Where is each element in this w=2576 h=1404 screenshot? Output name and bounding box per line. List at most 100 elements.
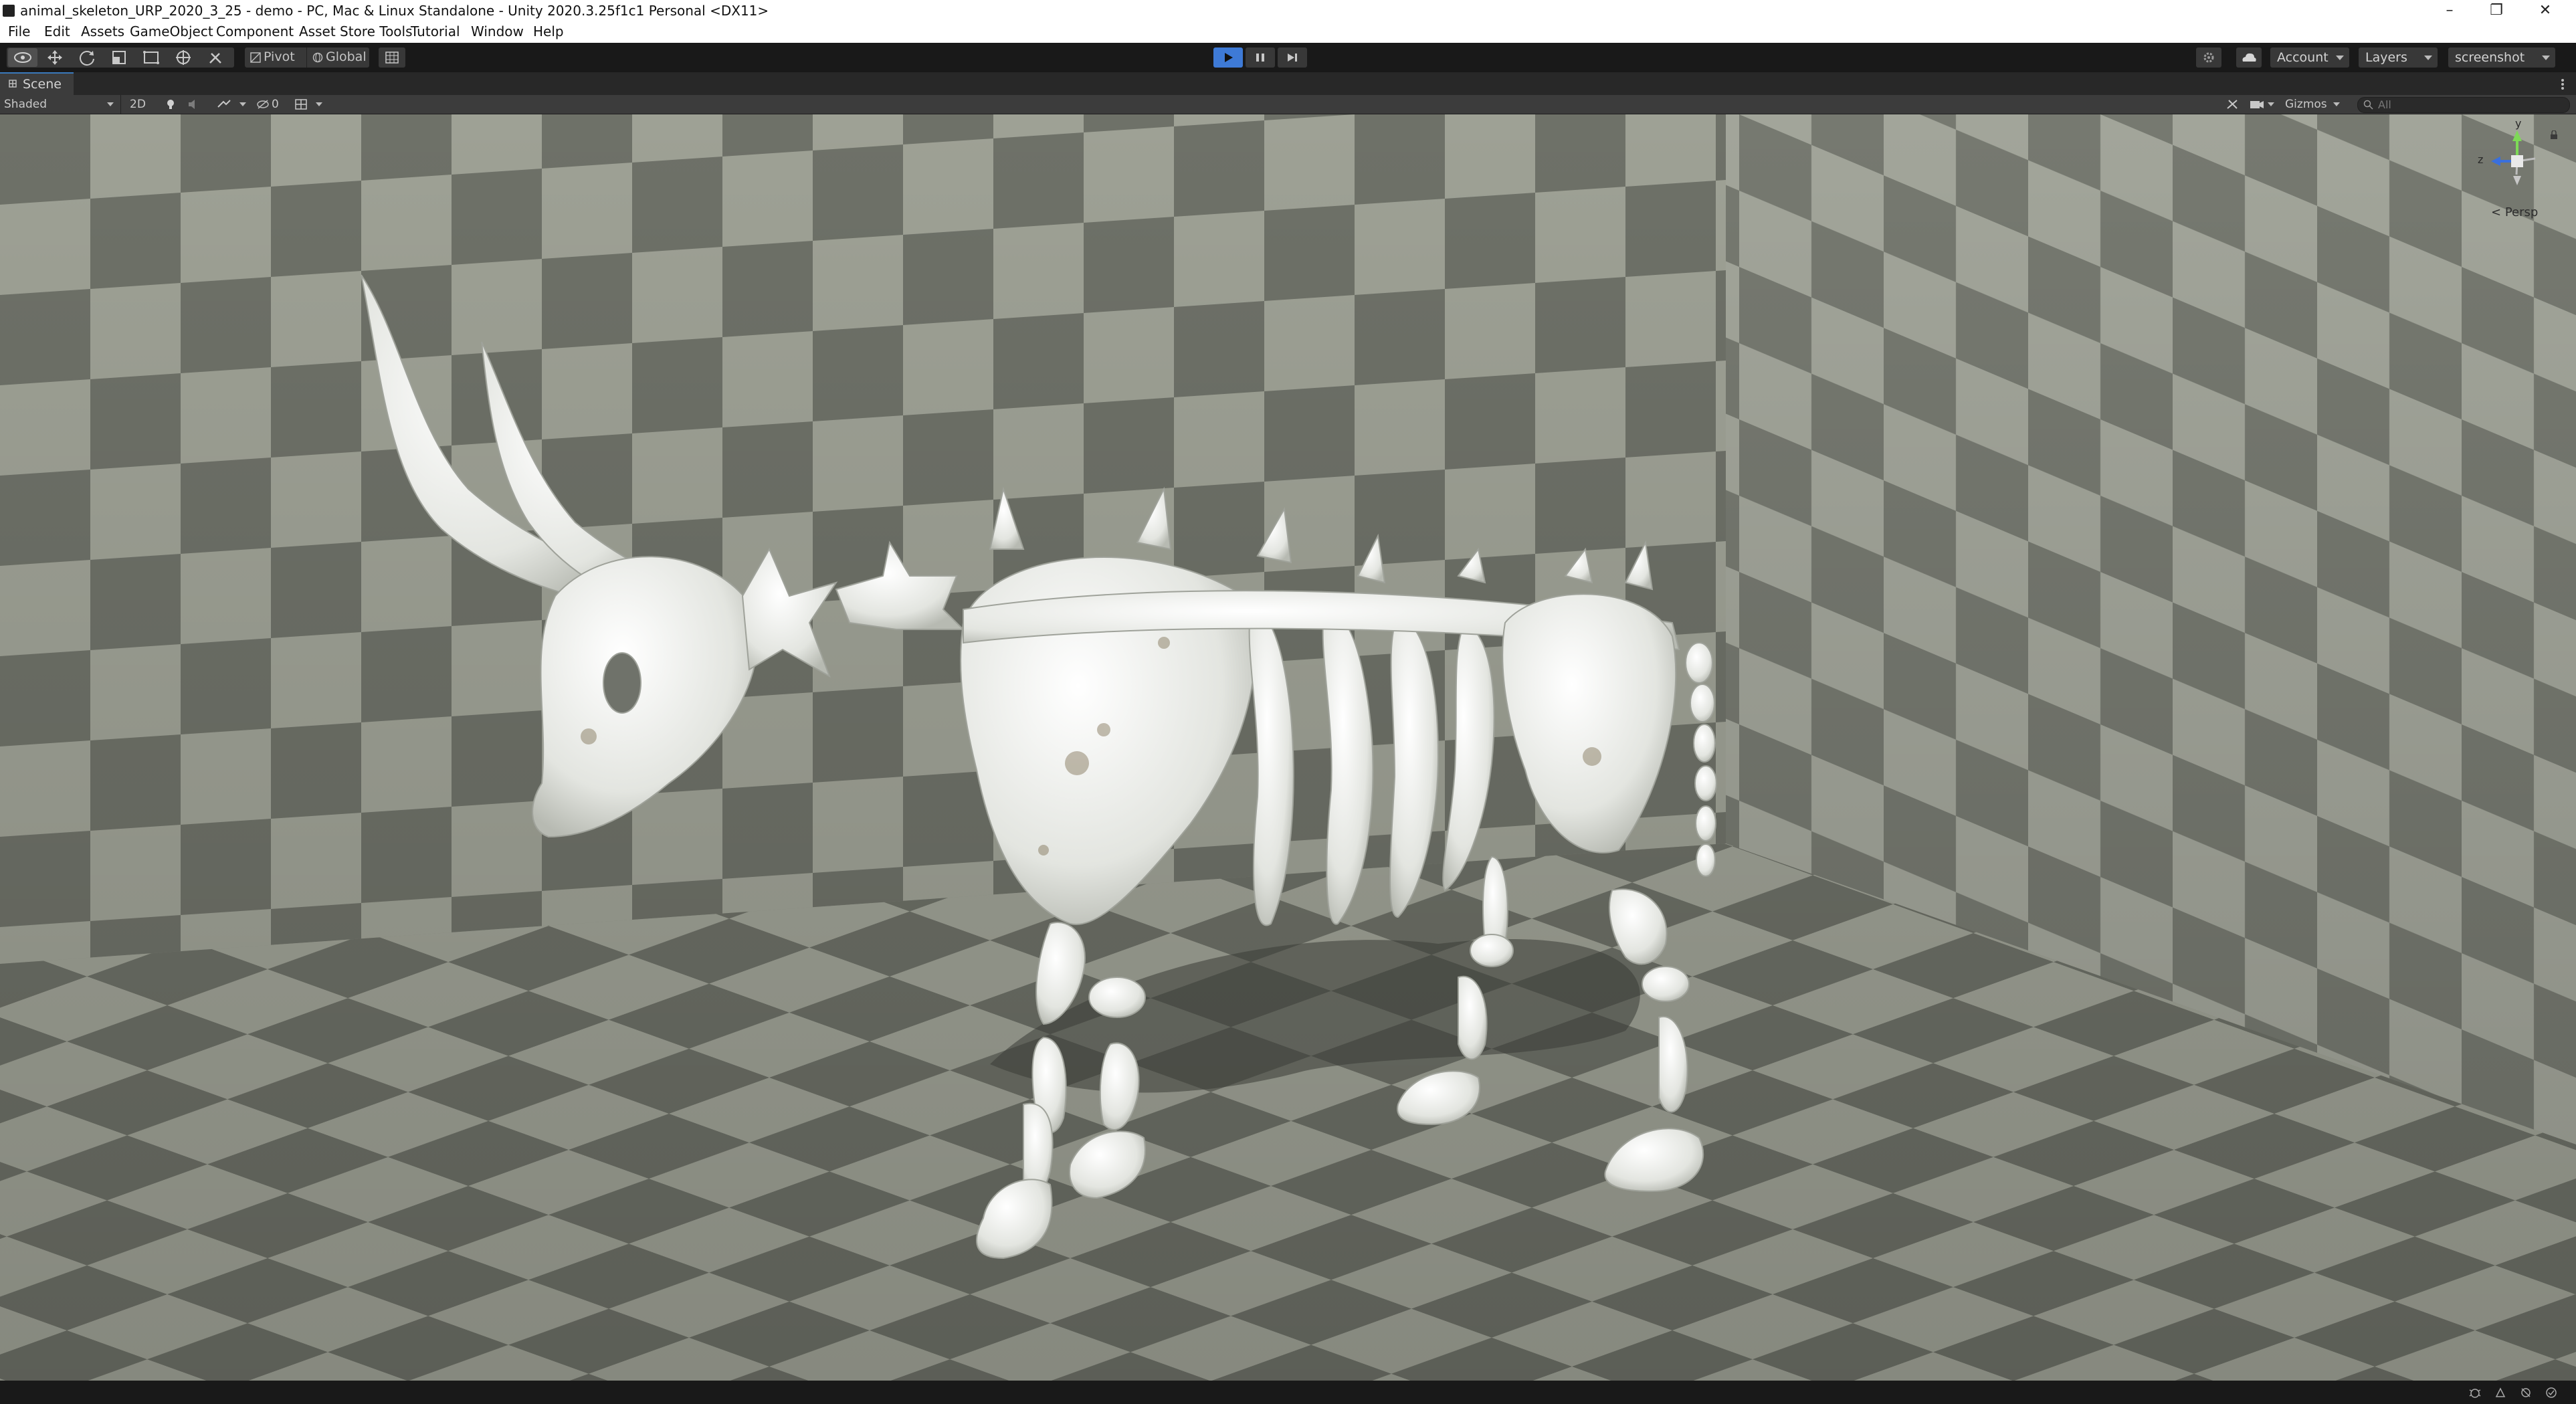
projection-chevron-icon: < (2491, 205, 2502, 219)
menu-asset-store-tools[interactable]: Asset Store Tools (299, 23, 413, 39)
window-title: animal_skeleton_URP_2020_3_25 - demo - P… (20, 3, 769, 19)
tools-wrench-button[interactable] (2222, 95, 2242, 114)
speaker-icon (189, 100, 195, 109)
scene-viewport[interactable]: y z < Persp (0, 114, 2576, 1381)
scale-icon (112, 51, 126, 64)
progress-bug-icon[interactable] (2519, 1386, 2533, 1399)
camera-dropdown[interactable] (2248, 95, 2278, 114)
play-button[interactable] (1213, 47, 1243, 68)
toggle-2d-button[interactable]: 2D (124, 95, 151, 114)
global-toggle[interactable]: Global (306, 47, 370, 68)
status-bar (0, 1381, 2576, 1404)
menu-file[interactable]: File (8, 23, 30, 39)
toggle-2d-label: 2D (130, 98, 146, 111)
custom-tool-button[interactable] (201, 48, 230, 67)
global-label: Global (326, 49, 367, 64)
search-icon (2363, 100, 2373, 110)
scene-render (0, 114, 2576, 1381)
scale-tool-button[interactable] (104, 48, 134, 67)
eye-slash-icon (257, 100, 269, 109)
chevron-down-icon (107, 102, 114, 106)
rect-transform-icon (143, 51, 159, 64)
axis-y-label: y (2515, 117, 2522, 130)
layers-dropdown[interactable]: Layers (2359, 47, 2438, 68)
cloud-button[interactable] (2236, 47, 2262, 68)
projection-toggle[interactable]: < Persp (2491, 205, 2538, 219)
cloud-icon (2242, 53, 2256, 62)
more-options-icon[interactable] (2559, 78, 2566, 91)
menu-gameobject[interactable]: GameObject (130, 23, 213, 39)
tab-scene[interactable]: Scene (0, 72, 74, 95)
grid-icon (295, 99, 322, 110)
lightbulb-icon (167, 100, 174, 109)
grid-dropdown[interactable] (292, 95, 330, 114)
pause-icon (1256, 54, 1264, 62)
hidden-count: 0 (272, 98, 279, 111)
check-circle-icon[interactable] (2545, 1386, 2558, 1399)
chevron-down-icon (2542, 56, 2550, 60)
layers-label: Layers (2365, 50, 2407, 65)
auto-generate-lighting-icon[interactable] (2494, 1386, 2507, 1399)
step-button[interactable] (1278, 47, 1307, 68)
audio-toggle[interactable] (183, 95, 203, 114)
effects-dropdown[interactable] (213, 95, 250, 114)
transform-tool-button[interactable] (169, 48, 198, 67)
gizmos-dropdown[interactable]: Gizmos (2280, 95, 2344, 114)
gear-icon (2203, 52, 2214, 63)
close-button[interactable]: ✕ (2522, 0, 2569, 21)
pause-button[interactable] (1246, 47, 1275, 68)
draw-mode-label: Shaded (4, 98, 47, 111)
step-icon (1288, 54, 1297, 62)
wrench-icon (2227, 100, 2238, 109)
scene-tab-bar: Scene (0, 72, 2576, 95)
chevron-down-icon (2424, 56, 2432, 60)
pivot-label: Pivot (264, 49, 295, 64)
wrench-icon (209, 53, 221, 64)
rect-tool-button[interactable] (136, 48, 166, 67)
move-tool-button[interactable] (40, 48, 70, 67)
rotate-tool-button[interactable] (72, 48, 102, 67)
lock-icon[interactable] (2550, 130, 2558, 140)
tab-scene-label: Scene (23, 77, 62, 92)
scene-search-field[interactable]: All (2357, 97, 2570, 113)
draw-mode-dropdown[interactable]: Shaded (0, 95, 121, 114)
title-bar: animal_skeleton_URP_2020_3_25 - demo - P… (0, 0, 2576, 21)
grid-snap-button[interactable] (379, 47, 405, 68)
transform-icon (176, 50, 191, 65)
account-dropdown[interactable]: Account (2270, 47, 2349, 68)
chevron-down-icon (2336, 56, 2344, 60)
unity-logo-icon (3, 5, 15, 17)
move-icon (47, 50, 62, 65)
services-settings-button[interactable] (2196, 47, 2221, 68)
pivot-icon (250, 52, 261, 63)
scene-orientation-gizmo[interactable]: y z (2468, 117, 2562, 201)
menu-edit[interactable]: Edit (44, 23, 70, 39)
menu-component[interactable]: Component (216, 23, 294, 39)
scene-grid-icon (9, 80, 17, 88)
menu-window[interactable]: Window (471, 23, 524, 39)
globe-icon (312, 52, 323, 63)
layout-label: screenshot (2455, 50, 2525, 65)
layout-dropdown[interactable]: screenshot (2448, 47, 2555, 68)
pivot-global-group: Pivot Global (245, 47, 369, 68)
restore-button[interactable]: ❐ (2473, 0, 2520, 21)
menu-tutorial[interactable]: Tutorial (411, 23, 460, 39)
effects-icon (217, 100, 246, 108)
lighting-toggle[interactable] (161, 95, 181, 114)
hidden-objects-toggle[interactable]: 0 (257, 95, 290, 114)
eye-icon (14, 52, 31, 63)
transform-tools (7, 47, 234, 68)
view-tool-button[interactable] (8, 48, 37, 67)
main-toolbar: Pivot Global Account Layers screenshot (0, 43, 2576, 72)
bug-icon[interactable] (2468, 1386, 2482, 1399)
account-label: Account (2277, 50, 2329, 65)
minimize-button[interactable]: – (2426, 0, 2473, 21)
menu-help[interactable]: Help (533, 23, 564, 39)
projection-label: Persp (2504, 205, 2539, 219)
rotate-icon (80, 51, 94, 66)
chevron-down-icon (2333, 102, 2340, 106)
pivot-toggle[interactable]: Pivot (245, 47, 306, 68)
grid-snap-icon (385, 52, 399, 64)
scene-view-toolbar: Shaded 2D 0 Gizmos All (0, 95, 2576, 114)
menu-assets[interactable]: Assets (81, 23, 124, 39)
